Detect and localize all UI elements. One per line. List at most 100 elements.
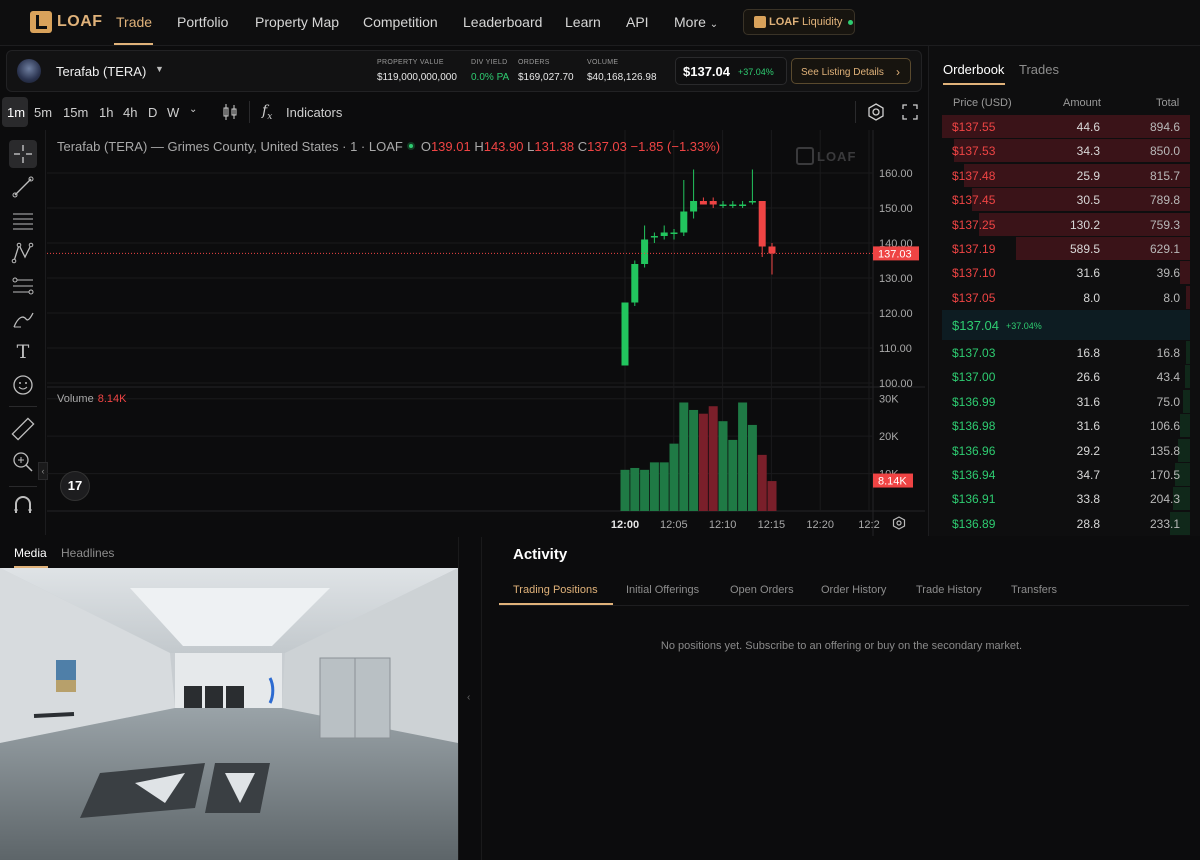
tab-media[interactable]: Media bbox=[14, 546, 47, 560]
candle-body bbox=[631, 264, 639, 303]
ask-row[interactable]: $137.10 31.6 39.6 bbox=[942, 261, 1190, 285]
timeframe-4h[interactable]: 4h bbox=[123, 105, 137, 120]
bid-row[interactable]: $137.00 26.6 43.4 bbox=[942, 365, 1190, 389]
trendline-icon[interactable] bbox=[9, 173, 37, 201]
tab-trade-history[interactable]: Trade History bbox=[916, 584, 982, 596]
candle-body bbox=[670, 232, 678, 234]
volume-bar bbox=[747, 424, 757, 511]
pattern-icon[interactable] bbox=[9, 239, 37, 267]
fullscreen-icon[interactable] bbox=[902, 104, 918, 120]
ohlc-close: 137.03 bbox=[587, 139, 627, 154]
settings-icon[interactable] bbox=[867, 103, 885, 121]
liquidity-button[interactable]: LOAF Liquidity bbox=[743, 9, 855, 35]
nav-portfolio[interactable]: Portfolio bbox=[177, 14, 228, 30]
crosshair-icon[interactable] bbox=[9, 140, 37, 168]
timeframe-w[interactable]: W bbox=[167, 105, 179, 120]
total-cell: 106.6 bbox=[1149, 419, 1180, 434]
zoom-in-icon[interactable] bbox=[9, 448, 37, 476]
total-cell: 894.6 bbox=[1149, 120, 1180, 134]
header-amount: Amount bbox=[1063, 97, 1101, 109]
toolbar-divider bbox=[249, 101, 250, 123]
text-icon[interactable]: T bbox=[9, 338, 37, 366]
caret-down-icon[interactable]: ▼ bbox=[155, 64, 164, 74]
nav-learn[interactable]: Learn bbox=[565, 14, 601, 30]
tab-transfers[interactable]: Transfers bbox=[1011, 584, 1057, 596]
ask-row[interactable]: $137.05 8.0 8.0 bbox=[942, 285, 1190, 310]
candle-body bbox=[739, 204, 747, 206]
see-listing-details-button[interactable]: See Listing Details › bbox=[791, 58, 911, 84]
y-tick-label: 120.00 bbox=[879, 308, 913, 320]
nav-api[interactable]: API bbox=[626, 14, 649, 30]
volume-bar bbox=[640, 469, 650, 511]
total-cell: 850.0 bbox=[1149, 144, 1180, 159]
fib-icon[interactable] bbox=[9, 272, 37, 300]
horizontal-lines-icon[interactable] bbox=[9, 206, 37, 234]
ask-row[interactable]: $137.25 130.2 759.3 bbox=[942, 212, 1190, 237]
tab-trades[interactable]: Trades bbox=[1019, 62, 1059, 77]
bid-row[interactable]: $136.96 29.2 135.8 bbox=[942, 438, 1190, 463]
bid-row[interactable]: $136.91 33.8 204.3 bbox=[942, 487, 1190, 511]
tab-orderbook[interactable]: Orderbook bbox=[943, 62, 1004, 77]
price-cell: $136.98 bbox=[952, 419, 996, 434]
tab-headlines[interactable]: Headlines bbox=[61, 546, 114, 560]
candles-type-icon[interactable] bbox=[222, 103, 238, 121]
tab-order-history[interactable]: Order History bbox=[821, 584, 886, 596]
candle-body bbox=[650, 236, 658, 238]
tradingview-logo-icon[interactable]: 17 bbox=[60, 471, 90, 501]
volume-bar bbox=[757, 454, 767, 511]
timeframe-15m[interactable]: 15m bbox=[63, 105, 88, 120]
amount-cell: 28.8 bbox=[1076, 516, 1100, 531]
brush-icon[interactable] bbox=[9, 305, 37, 333]
nav-competition[interactable]: Competition bbox=[363, 14, 438, 30]
timeframe-1m[interactable]: 1m bbox=[2, 97, 28, 127]
chart-canvas[interactable]: 12:00 12:05 12:10 12:15 12:20 12:2 160.00 150.0… bbox=[47, 130, 925, 536]
bid-row[interactable]: $136.94 34.7 170.5 bbox=[942, 463, 1190, 487]
price-chart[interactable]: 12:00 12:05 12:10 12:15 12:20 12:2 160.00 150.0… bbox=[47, 130, 925, 536]
total-cell: 135.8 bbox=[1149, 443, 1180, 458]
bid-row[interactable]: $136.89 28.8 233.1 bbox=[942, 511, 1190, 536]
panel-splitter[interactable]: ‹ bbox=[458, 537, 482, 860]
stat-value-volume: $40,168,126.98 bbox=[587, 72, 657, 83]
bid-row[interactable]: $137.03 16.8 16.8 bbox=[942, 341, 1190, 365]
timeframe-1h[interactable]: 1h bbox=[99, 105, 113, 120]
axis-settings-icon[interactable] bbox=[892, 516, 906, 530]
tab-initial-offerings[interactable]: Initial Offerings bbox=[626, 584, 699, 596]
last-price-label: 137.03 bbox=[878, 248, 912, 260]
tab-open-orders[interactable]: Open Orders bbox=[730, 584, 794, 596]
ruler-icon[interactable] bbox=[9, 415, 37, 443]
amount-cell: 34.7 bbox=[1076, 468, 1100, 482]
x-tick-label: 12:05 bbox=[660, 519, 688, 531]
nav-more[interactable]: More ⌄ bbox=[674, 14, 718, 30]
price-cell: $137.19 bbox=[952, 242, 996, 256]
indicators-button[interactable]: Indicators bbox=[286, 105, 342, 120]
ask-row[interactable]: $137.53 34.3 850.0 bbox=[942, 139, 1190, 163]
stat-label-orders: ORDERS bbox=[518, 59, 550, 66]
activity-title: Activity bbox=[513, 546, 568, 563]
timeframe-d[interactable]: D bbox=[148, 105, 157, 120]
nav-trade[interactable]: Trade bbox=[116, 14, 152, 30]
splitter-handle-icon[interactable]: ‹ bbox=[467, 692, 470, 703]
nav-leaderboard[interactable]: Leaderboard bbox=[463, 14, 542, 30]
loaf-logo[interactable]: LOAF bbox=[30, 11, 103, 33]
ask-row[interactable]: $137.45 30.5 789.8 bbox=[942, 188, 1190, 212]
magnet-icon[interactable] bbox=[9, 492, 37, 520]
candle-body bbox=[768, 246, 776, 254]
chevron-down-icon: ⌄ bbox=[709, 19, 719, 30]
tab-trading-positions[interactable]: Trading Positions bbox=[513, 584, 598, 596]
function-icon[interactable]: fx bbox=[262, 103, 272, 122]
header-total: Total bbox=[1156, 97, 1180, 109]
ask-row[interactable]: $137.19 589.5 629.1 bbox=[942, 237, 1190, 261]
price-cell: $137.48 bbox=[952, 168, 996, 183]
bid-row[interactable]: $136.99 31.6 75.0 bbox=[942, 389, 1190, 414]
ask-row[interactable]: $137.55 44.6 894.6 bbox=[942, 115, 1190, 139]
nav-property-map[interactable]: Property Map bbox=[255, 14, 339, 30]
bid-row[interactable]: $136.98 31.6 106.6 bbox=[942, 414, 1190, 438]
ask-row[interactable]: $137.48 25.9 815.7 bbox=[942, 163, 1190, 188]
volume-bar bbox=[718, 421, 728, 511]
timeframe-5m[interactable]: 5m bbox=[34, 105, 52, 120]
timeframe-dropdown-icon[interactable]: ⌄ bbox=[189, 104, 197, 115]
emoji-icon[interactable] bbox=[9, 371, 37, 399]
candle-body bbox=[699, 201, 707, 205]
amount-cell: 30.5 bbox=[1076, 193, 1100, 208]
ticker-name[interactable]: Terafab (TERA) bbox=[56, 64, 146, 79]
